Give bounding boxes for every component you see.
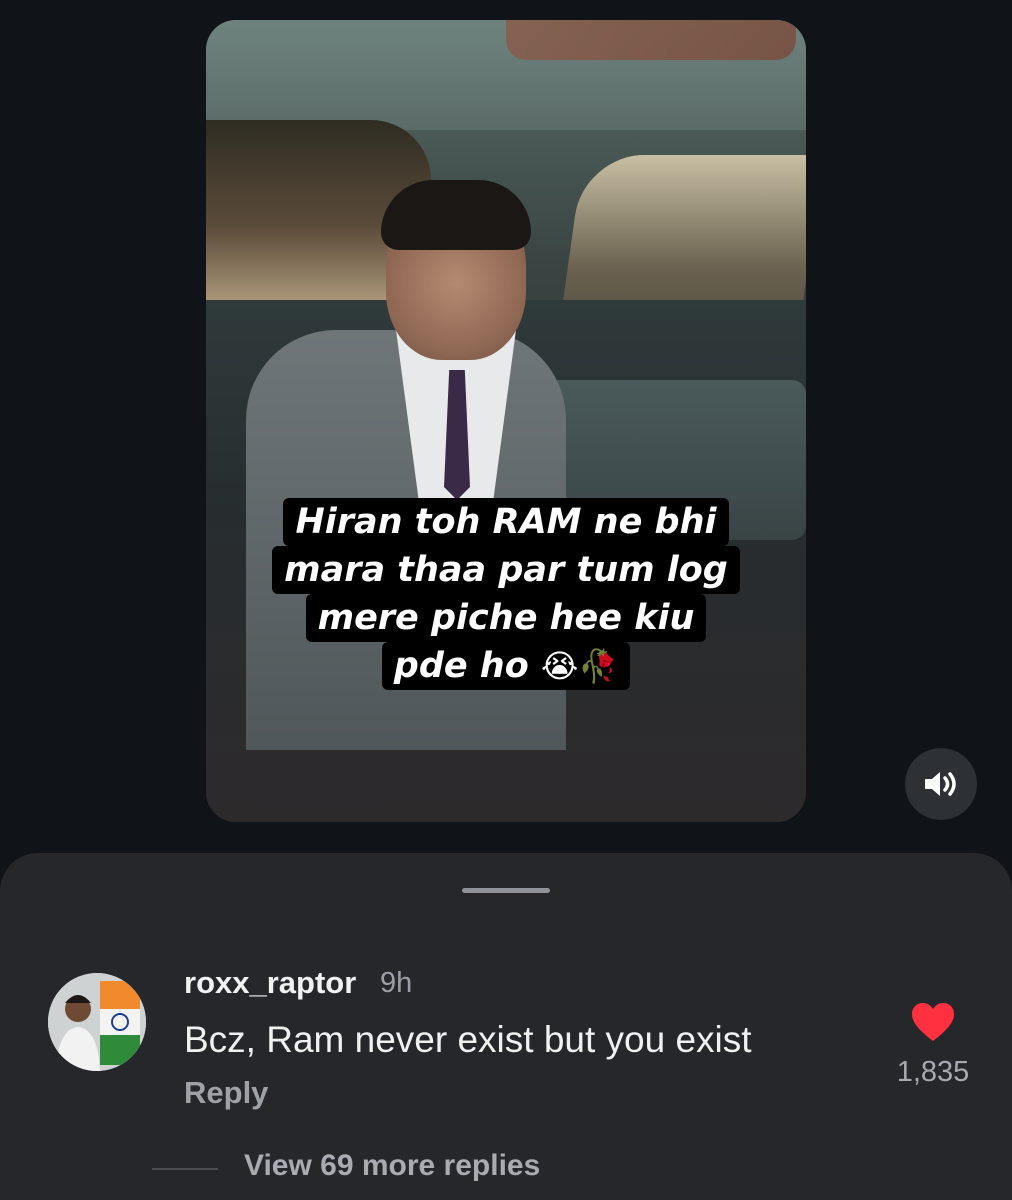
heart-icon — [912, 1003, 954, 1041]
like-count: 1,835 — [896, 1056, 970, 1088]
reel-video[interactable]: Hiran toh RAM ne bhi mara thaa par tum l… — [206, 20, 806, 822]
view-more-replies-button[interactable]: View 69 more replies — [244, 1149, 540, 1183]
caption-line: Hiran toh RAM ne bhi — [283, 498, 729, 546]
roof-panel — [506, 20, 796, 60]
crying-rose-emoji: 😭🥀 — [540, 647, 619, 685]
comments-sheet: roxx_raptor 9h Bcz, Ram never exist but … — [0, 853, 1012, 1200]
caption-line-text: pde ho — [393, 646, 529, 686]
caption-line: mere piche hee kiu — [305, 594, 707, 642]
sheet-drag-handle[interactable] — [462, 888, 550, 893]
sound-toggle-button[interactable] — [905, 748, 977, 820]
caption-line-last: pde ho 😭🥀 — [381, 642, 631, 690]
reel-comments-screen: Hiran toh RAM ne bhi mara thaa par tum l… — [0, 0, 1012, 1200]
comment-time: 9h — [380, 967, 413, 999]
replies-divider — [152, 1168, 218, 1170]
avatar-image — [48, 973, 146, 1071]
caption-line: mara thaa par tum log — [272, 546, 740, 594]
comment-username[interactable]: roxx_raptor — [184, 965, 356, 1001]
avatar[interactable] — [48, 973, 146, 1071]
like-button[interactable] — [910, 1001, 956, 1043]
speaker-on-icon — [925, 772, 956, 796]
comment-text: Bcz, Ram never exist but you exist — [184, 1019, 752, 1060]
hair — [381, 180, 531, 250]
reel-caption: Hiran toh RAM ne bhi mara thaa par tum l… — [206, 498, 806, 690]
reply-button[interactable]: Reply — [184, 1075, 268, 1111]
